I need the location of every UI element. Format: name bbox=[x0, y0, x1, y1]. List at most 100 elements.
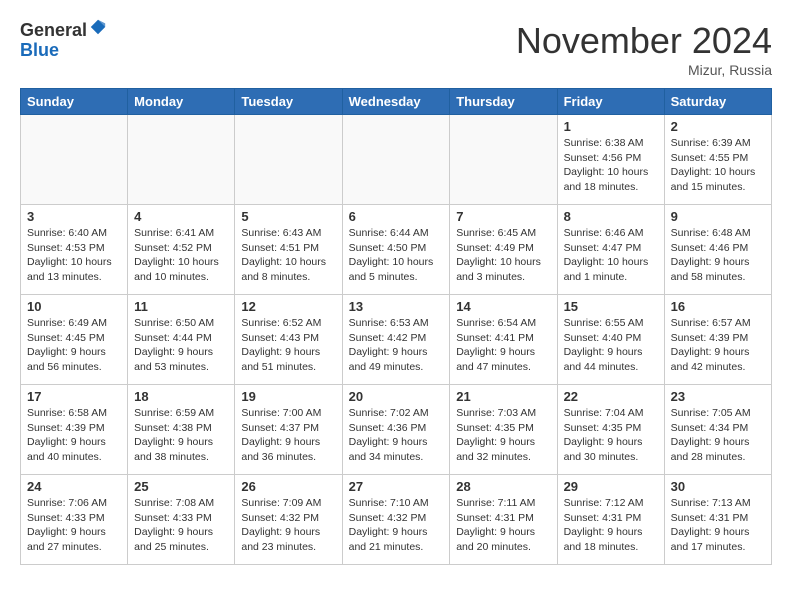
calendar-cell bbox=[235, 115, 342, 205]
week-row-2: 3 Sunrise: 6:40 AMSunset: 4:53 PMDaylight… bbox=[21, 205, 772, 295]
calendar-cell: 22 Sunrise: 7:04 AMSunset: 4:35 PMDayligh… bbox=[557, 385, 664, 475]
calendar-cell bbox=[342, 115, 450, 205]
calendar-cell: 4Sunrise: 6:41 AMSunset: 4:52 PMDaylight… bbox=[128, 205, 235, 295]
weekday-header-sunday: Sunday bbox=[21, 89, 128, 115]
week-row-5: 24 Sunrise: 7:06 AMSunset: 4:33 PMDayligh… bbox=[21, 475, 772, 565]
month-title: November 2024 bbox=[516, 20, 772, 62]
day-info: Sunrise: 6:58 AMSunset: 4:39 PMDaylight:… bbox=[27, 406, 121, 465]
day-number: 23 bbox=[671, 389, 765, 404]
day-info: Sunrise: 6:43 AMSunset: 4:51 PMDaylight:… bbox=[241, 226, 335, 285]
day-number: 21 bbox=[456, 389, 550, 404]
calendar-cell: 26 Sunrise: 7:09 AMSunset: 4:32 PMDayligh… bbox=[235, 475, 342, 565]
day-info: Sunrise: 6:59 AMSunset: 4:38 PMDaylight:… bbox=[134, 406, 228, 465]
day-number: 20 bbox=[349, 389, 444, 404]
calendar-cell: 1 Sunrise: 6:38 AMSunset: 4:56 PMDaylight… bbox=[557, 115, 664, 205]
weekday-header-wednesday: Wednesday bbox=[342, 89, 450, 115]
day-info: Sunrise: 6:45 AMSunset: 4:49 PMDaylight:… bbox=[456, 226, 550, 285]
calendar-cell: 28 Sunrise: 7:11 AMSunset: 4:31 PMDayligh… bbox=[450, 475, 557, 565]
day-info: Sunrise: 7:05 AMSunset: 4:34 PMDaylight:… bbox=[671, 406, 765, 465]
calendar-cell: 11Sunrise: 6:50 AMSunset: 4:44 PMDayligh… bbox=[128, 295, 235, 385]
day-number: 13 bbox=[349, 299, 444, 314]
week-row-4: 17Sunrise: 6:58 AMSunset: 4:39 PMDayligh… bbox=[21, 385, 772, 475]
day-info: Sunrise: 6:55 AMSunset: 4:40 PMDaylight:… bbox=[564, 316, 658, 375]
day-number: 9 bbox=[671, 209, 765, 224]
calendar-cell: 5 Sunrise: 6:43 AMSunset: 4:51 PMDaylight… bbox=[235, 205, 342, 295]
day-info: Sunrise: 7:02 AMSunset: 4:36 PMDaylight:… bbox=[349, 406, 444, 465]
calendar-cell: 8 Sunrise: 6:46 AMSunset: 4:47 PMDaylight… bbox=[557, 205, 664, 295]
week-row-3: 10 Sunrise: 6:49 AMSunset: 4:45 PMDayligh… bbox=[21, 295, 772, 385]
weekday-header-thursday: Thursday bbox=[450, 89, 557, 115]
day-number: 16 bbox=[671, 299, 765, 314]
day-number: 30 bbox=[671, 479, 765, 494]
calendar-cell: 13 Sunrise: 6:53 AMSunset: 4:42 PMDayligh… bbox=[342, 295, 450, 385]
day-info: Sunrise: 6:53 AMSunset: 4:42 PMDaylight:… bbox=[349, 316, 444, 375]
calendar-cell: 23 Sunrise: 7:05 AMSunset: 4:34 PMDayligh… bbox=[664, 385, 771, 475]
day-info: Sunrise: 7:11 AMSunset: 4:31 PMDaylight:… bbox=[456, 496, 550, 555]
calendar-cell: 15 Sunrise: 6:55 AMSunset: 4:40 PMDayligh… bbox=[557, 295, 664, 385]
calendar-cell: 6Sunrise: 6:44 AMSunset: 4:50 PMDaylight… bbox=[342, 205, 450, 295]
calendar-cell: 9Sunrise: 6:48 AMSunset: 4:46 PMDaylight… bbox=[664, 205, 771, 295]
weekday-header-saturday: Saturday bbox=[664, 89, 771, 115]
day-number: 12 bbox=[241, 299, 335, 314]
day-number: 8 bbox=[564, 209, 658, 224]
day-info: Sunrise: 6:40 AMSunset: 4:53 PMDaylight:… bbox=[27, 226, 121, 285]
calendar-cell: 14 Sunrise: 6:54 AMSunset: 4:41 PMDayligh… bbox=[450, 295, 557, 385]
day-number: 10 bbox=[27, 299, 121, 314]
calendar-cell bbox=[128, 115, 235, 205]
calendar-cell: 27 Sunrise: 7:10 AMSunset: 4:32 PMDayligh… bbox=[342, 475, 450, 565]
day-number: 29 bbox=[564, 479, 658, 494]
day-number: 24 bbox=[27, 479, 121, 494]
location: Mizur, Russia bbox=[516, 62, 772, 78]
day-number: 25 bbox=[134, 479, 228, 494]
weekday-header-row: SundayMondayTuesdayWednesdayThursdayFrid… bbox=[21, 89, 772, 115]
day-number: 26 bbox=[241, 479, 335, 494]
day-info: Sunrise: 6:44 AMSunset: 4:50 PMDaylight:… bbox=[349, 226, 444, 285]
day-info: Sunrise: 6:46 AMSunset: 4:47 PMDaylight:… bbox=[564, 226, 658, 285]
calendar-cell: 18Sunrise: 6:59 AMSunset: 4:38 PMDayligh… bbox=[128, 385, 235, 475]
day-number: 2 bbox=[671, 119, 765, 134]
day-number: 15 bbox=[564, 299, 658, 314]
day-number: 27 bbox=[349, 479, 444, 494]
calendar-cell: 10 Sunrise: 6:49 AMSunset: 4:45 PMDayligh… bbox=[21, 295, 128, 385]
day-info: Sunrise: 6:38 AMSunset: 4:56 PMDaylight:… bbox=[564, 136, 658, 195]
calendar-table: SundayMondayTuesdayWednesdayThursdayFrid… bbox=[20, 88, 772, 565]
day-number: 28 bbox=[456, 479, 550, 494]
day-number: 11 bbox=[134, 299, 228, 314]
calendar-cell: 20 Sunrise: 7:02 AMSunset: 4:36 PMDayligh… bbox=[342, 385, 450, 475]
day-info: Sunrise: 7:12 AMSunset: 4:31 PMDaylight:… bbox=[564, 496, 658, 555]
calendar-cell: 12Sunrise: 6:52 AMSunset: 4:43 PMDayligh… bbox=[235, 295, 342, 385]
calendar-cell: 3 Sunrise: 6:40 AMSunset: 4:53 PMDaylight… bbox=[21, 205, 128, 295]
calendar-cell: 24 Sunrise: 7:06 AMSunset: 4:33 PMDayligh… bbox=[21, 475, 128, 565]
day-info: Sunrise: 7:10 AMSunset: 4:32 PMDaylight:… bbox=[349, 496, 444, 555]
day-number: 22 bbox=[564, 389, 658, 404]
weekday-header-monday: Monday bbox=[128, 89, 235, 115]
week-row-1: 1 Sunrise: 6:38 AMSunset: 4:56 PMDaylight… bbox=[21, 115, 772, 205]
title-area: November 2024 Mizur, Russia bbox=[516, 20, 772, 78]
calendar-cell: 30Sunrise: 7:13 AMSunset: 4:31 PMDayligh… bbox=[664, 475, 771, 565]
day-info: Sunrise: 6:39 AMSunset: 4:55 PMDaylight:… bbox=[671, 136, 765, 195]
calendar-cell: 21Sunrise: 7:03 AMSunset: 4:35 PMDayligh… bbox=[450, 385, 557, 475]
page-header: General Blue November 2024 Mizur, Russia bbox=[20, 20, 772, 78]
calendar-cell bbox=[450, 115, 557, 205]
day-number: 14 bbox=[456, 299, 550, 314]
day-info: Sunrise: 7:04 AMSunset: 4:35 PMDaylight:… bbox=[564, 406, 658, 465]
day-info: Sunrise: 6:54 AMSunset: 4:41 PMDaylight:… bbox=[456, 316, 550, 375]
day-number: 5 bbox=[241, 209, 335, 224]
day-info: Sunrise: 7:06 AMSunset: 4:33 PMDaylight:… bbox=[27, 496, 121, 555]
weekday-header-tuesday: Tuesday bbox=[235, 89, 342, 115]
day-number: 19 bbox=[241, 389, 335, 404]
day-number: 1 bbox=[564, 119, 658, 134]
day-number: 3 bbox=[27, 209, 121, 224]
calendar-cell: 17Sunrise: 6:58 AMSunset: 4:39 PMDayligh… bbox=[21, 385, 128, 475]
logo-blue: Blue bbox=[20, 40, 59, 60]
day-number: 7 bbox=[456, 209, 550, 224]
calendar-cell: 19Sunrise: 7:00 AMSunset: 4:37 PMDayligh… bbox=[235, 385, 342, 475]
logo: General Blue bbox=[20, 20, 107, 61]
day-info: Sunrise: 6:49 AMSunset: 4:45 PMDaylight:… bbox=[27, 316, 121, 375]
weekday-header-friday: Friday bbox=[557, 89, 664, 115]
day-info: Sunrise: 7:09 AMSunset: 4:32 PMDaylight:… bbox=[241, 496, 335, 555]
calendar-cell: 29 Sunrise: 7:12 AMSunset: 4:31 PMDayligh… bbox=[557, 475, 664, 565]
calendar-cell: 25Sunrise: 7:08 AMSunset: 4:33 PMDayligh… bbox=[128, 475, 235, 565]
logo-icon bbox=[89, 18, 107, 36]
day-info: Sunrise: 6:57 AMSunset: 4:39 PMDaylight:… bbox=[671, 316, 765, 375]
